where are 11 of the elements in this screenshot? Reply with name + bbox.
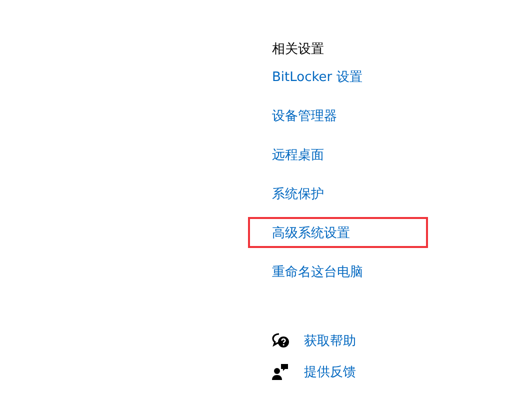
support-link[interactable]: 提供反馈 bbox=[304, 363, 356, 381]
settings-link[interactable]: 重命名这台电脑 bbox=[272, 265, 363, 280]
settings-link[interactable]: 远程桌面 bbox=[272, 148, 324, 163]
help-icon bbox=[272, 333, 290, 349]
settings-link[interactable]: 设备管理器 bbox=[272, 109, 337, 124]
settings-link[interactable]: BitLocker 设置 bbox=[272, 70, 362, 85]
feedback-icon bbox=[272, 364, 290, 380]
support-link[interactable]: 获取帮助 bbox=[304, 332, 356, 350]
section-heading: 相关设置 bbox=[272, 41, 325, 59]
settings-link[interactable]: 系统保护 bbox=[272, 187, 324, 202]
settings-link[interactable]: 高级系统设置 bbox=[272, 226, 350, 241]
